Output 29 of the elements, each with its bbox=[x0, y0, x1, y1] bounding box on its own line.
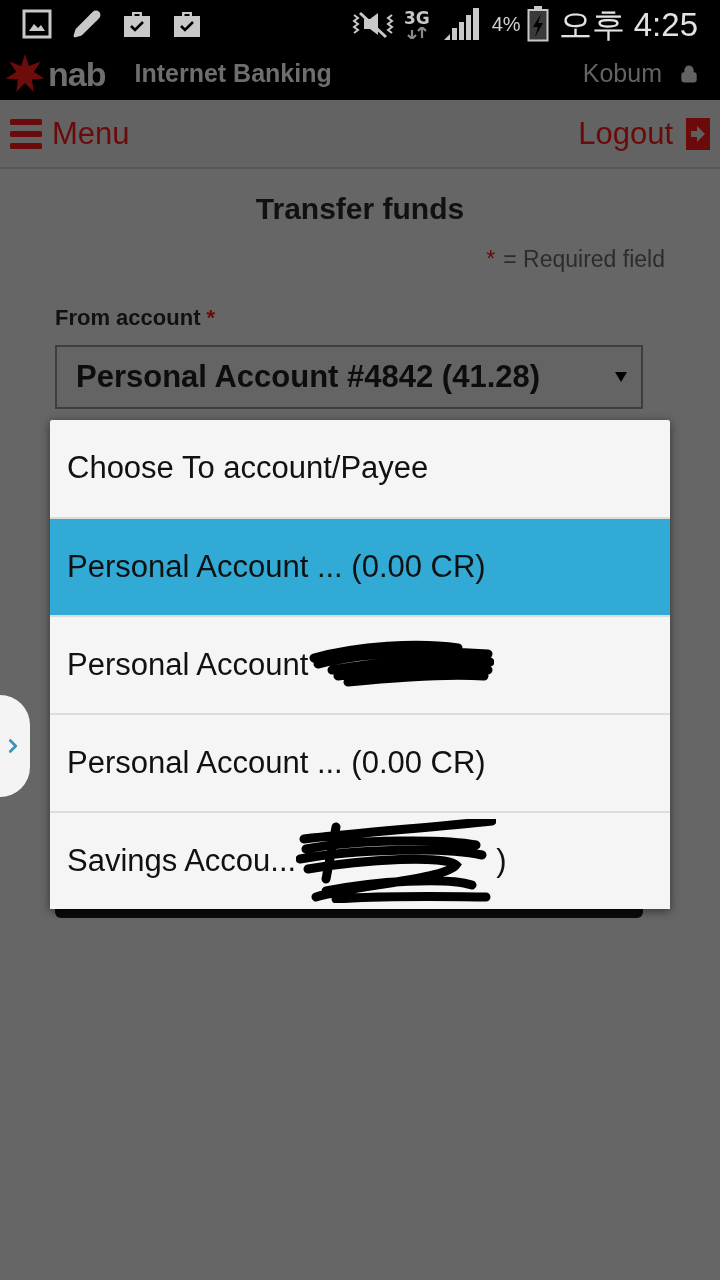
username-text: Kobum bbox=[582, 58, 662, 90]
briefcase-check-icon bbox=[172, 10, 202, 38]
briefcase-check-icon bbox=[122, 10, 152, 38]
account-option[interactable]: Personal Account bbox=[50, 615, 670, 713]
signal-icon bbox=[443, 8, 480, 40]
pencil-icon bbox=[72, 9, 102, 39]
lock-icon bbox=[680, 65, 698, 83]
account-option[interactable]: Personal Account ... (0.00 CR) bbox=[50, 713, 670, 811]
app-title: Internet Banking bbox=[134, 58, 332, 90]
page-title: Transfer funds bbox=[255, 192, 465, 226]
required-marker: * bbox=[206, 305, 216, 331]
picker-title: Choose To account/Payee bbox=[66, 449, 430, 488]
account-option[interactable]: Personal Account ... (0.00 CR) bbox=[50, 517, 670, 615]
menu-icon bbox=[10, 118, 42, 149]
battery-charging-icon bbox=[526, 6, 549, 42]
logo-text: nab bbox=[48, 57, 106, 91]
star-logo-icon bbox=[4, 53, 46, 95]
logout-icon bbox=[686, 117, 710, 150]
field-label: From account bbox=[55, 305, 201, 331]
gallery-icon bbox=[22, 9, 52, 39]
battery-percent-text: 4% bbox=[491, 12, 521, 37]
required-note: = Required field bbox=[503, 246, 665, 272]
network-type-text: 3G bbox=[403, 9, 430, 27]
clock-text: 오후 4:25 bbox=[558, 7, 698, 41]
caret-down-icon bbox=[615, 372, 627, 382]
data-arrows-icon bbox=[406, 26, 427, 39]
account-option[interactable]: Savings Accou... ) bbox=[50, 811, 670, 909]
side-drawer-handle[interactable] bbox=[0, 695, 30, 797]
required-marker: * bbox=[486, 246, 496, 272]
